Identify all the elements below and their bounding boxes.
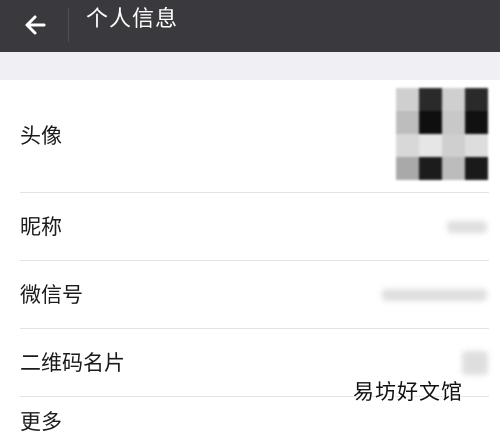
back-button[interactable] <box>17 6 55 44</box>
wechat-id-value-redacted <box>382 289 487 301</box>
row-label-avatar: 头像 <box>20 124 62 148</box>
qr-code-icon <box>462 351 488 375</box>
row-nickname[interactable]: 昵称 <box>0 193 500 261</box>
row-avatar[interactable]: 头像 <box>0 80 500 193</box>
row-label-wechat-id: 微信号 <box>20 283 83 307</box>
nickname-value-redacted <box>447 221 487 233</box>
row-label-more: 更多 <box>20 410 62 434</box>
section-gap <box>0 52 500 80</box>
app-header: 个人信息 <box>0 0 500 52</box>
page-title: 个人信息 <box>86 7 179 32</box>
header-divider <box>68 8 69 42</box>
watermark: 易坊好文馆 <box>353 380 463 404</box>
row-label-qr-card: 二维码名片 <box>20 351 125 375</box>
avatar <box>396 88 488 180</box>
row-wechat-id[interactable]: 微信号 <box>0 261 500 329</box>
arrow-left-icon <box>25 15 46 35</box>
row-label-nickname: 昵称 <box>20 215 62 239</box>
